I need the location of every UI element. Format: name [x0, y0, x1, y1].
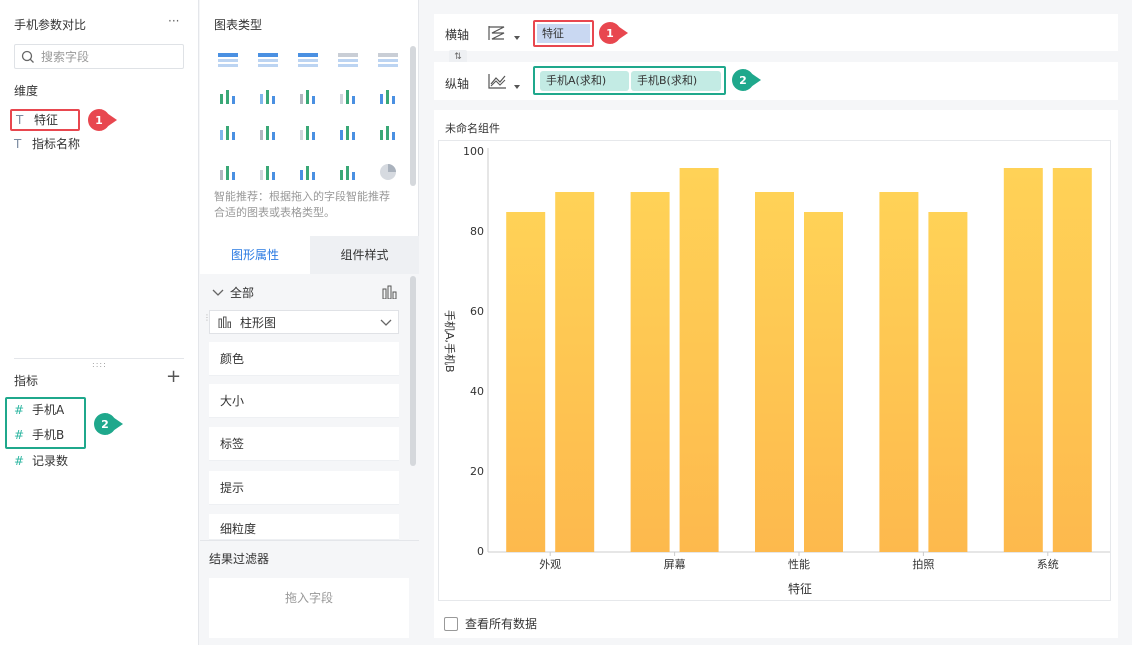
- x-axis-title: 特征: [787, 582, 812, 596]
- view-all-checkbox[interactable]: [444, 616, 458, 631]
- view-all-data[interactable]: 查看所有数据: [444, 615, 537, 632]
- bar-手机B-拍照[interactable]: [928, 212, 968, 552]
- bar-手机A-外观[interactable]: [506, 212, 546, 552]
- bar-手机B-系统[interactable]: [1052, 168, 1092, 552]
- x-tick-label: 拍照: [912, 558, 935, 571]
- view-all-label: 查看所有数据: [465, 617, 538, 631]
- bar-手机B-性能[interactable]: [804, 212, 843, 552]
- x-tick-label: 系统: [1036, 558, 1059, 571]
- bar-手机A-系统[interactable]: [1003, 168, 1043, 552]
- bar-chart: [487, 148, 1110, 556]
- bar-手机B-屏幕[interactable]: [679, 168, 719, 552]
- bar-手机A-性能[interactable]: [755, 192, 794, 552]
- x-tick-label: 屏幕: [663, 558, 686, 571]
- bar-手机A-屏幕[interactable]: [630, 192, 670, 552]
- x-tick-label: 外观: [539, 558, 562, 571]
- x-tick-label: 性能: [788, 558, 810, 571]
- bar-手机A-拍照[interactable]: [879, 192, 919, 552]
- bar-手机B-外观[interactable]: [555, 192, 595, 552]
